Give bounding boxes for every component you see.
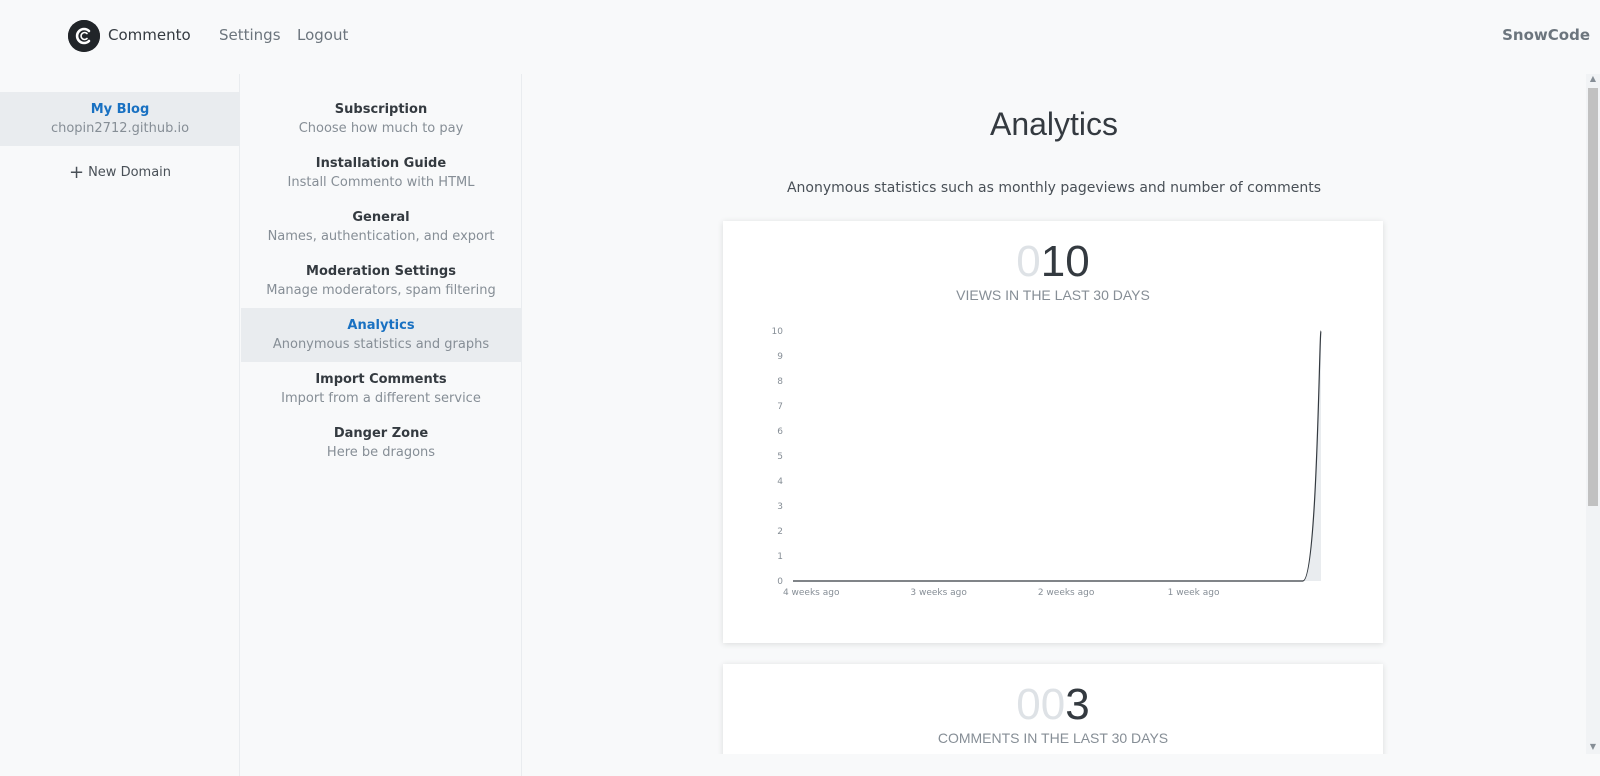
settings-item-subtitle: Manage moderators, spam filtering (266, 283, 496, 298)
y-tick-label: 8 (777, 377, 783, 387)
top-navbar: Commento Settings Logout SnowCode (0, 0, 1600, 72)
y-tick-label: 2 (777, 527, 783, 537)
y-tick-label: 1 (777, 552, 783, 562)
comments-counter-label: COMMENTS IN THE LAST 30 DAYS (937, 730, 1169, 746)
user-name[interactable]: SnowCode (1502, 26, 1590, 44)
y-tick-label: 4 (777, 477, 783, 487)
plus-icon: + (68, 162, 85, 183)
series-area (793, 331, 1321, 581)
settings-item-import-comments[interactable]: Import Comments Import from a different … (241, 362, 521, 416)
views-chart: 0 1 2 3 4 5 6 7 8 9 10 4 weeks ago 3 weeks ago 2 week… (772, 327, 1322, 598)
main-scrollbar[interactable]: ▲ ▼ (1586, 74, 1600, 754)
y-tick-label: 7 (777, 402, 783, 412)
y-tick-label: 10 (772, 327, 784, 337)
settings-item-title: General (352, 210, 410, 225)
settings-item-title: Danger Zone (333, 426, 429, 441)
domain-name: My Blog (90, 102, 150, 117)
settings-item-subtitle: Install Commento with HTML (287, 175, 475, 190)
y-tick-label: 6 (777, 427, 783, 437)
logout-link[interactable]: Logout (297, 26, 348, 44)
views-counter-padding: 0 (1016, 237, 1041, 286)
views-counter-label: VIEWS IN THE LAST 30 DAYS (956, 287, 1150, 303)
x-tick-label: 1 week ago (1168, 588, 1220, 598)
scrollbar-thumb[interactable] (1588, 88, 1598, 506)
settings-item-subtitle: Import from a different service (281, 391, 481, 406)
settings-item-installation-guide[interactable]: Installation Guide Install Commento with… (241, 146, 521, 200)
comments-card: 003 COMMENTS IN THE LAST 30 DAYS (723, 664, 1383, 754)
settings-item-title: Installation Guide (315, 156, 447, 171)
comments-counter-value: 3 (1065, 680, 1090, 729)
settings-nav: Subscription Choose how much to pay Inst… (241, 74, 522, 776)
commento-logo-icon[interactable] (68, 20, 100, 52)
new-domain-button[interactable]: + New Domain (0, 162, 240, 183)
views-counter-value: 10 (1040, 237, 1090, 286)
settings-item-title: Moderation Settings (306, 264, 456, 279)
settings-item-title: Analytics (347, 318, 415, 333)
settings-item-title: Import Comments (315, 372, 447, 387)
scroll-down-arrow-icon[interactable]: ▼ (1586, 742, 1600, 754)
page-description: Anonymous statistics such as monthly pag… (786, 180, 1321, 196)
comments-counter: 003 (723, 680, 1383, 730)
scroll-up-arrow-icon[interactable]: ▲ (1586, 74, 1600, 86)
new-domain-label: New Domain (88, 165, 172, 180)
settings-item-danger-zone[interactable]: Danger Zone Here be dragons (241, 416, 521, 470)
comments-counter-padding: 00 (1016, 680, 1066, 729)
settings-item-subtitle: Choose how much to pay (298, 121, 464, 136)
settings-link[interactable]: Settings (219, 26, 281, 44)
analytics-panel: Analytics Anonymous statistics such as m… (523, 74, 1585, 754)
x-tick-label: 3 weeks ago (910, 588, 967, 598)
domain-url: chopin2712.github.io (50, 121, 190, 136)
views-card: 010 VIEWS IN THE LAST 30 DAYS 0123456789… (723, 221, 1383, 643)
settings-item-analytics[interactable]: Analytics Anonymous statistics and graph… (241, 308, 521, 362)
settings-item-moderation[interactable]: Moderation Settings Manage moderators, s… (241, 254, 521, 308)
y-tick-label: 3 (777, 502, 783, 512)
y-tick-label: 9 (777, 352, 783, 362)
page-title: Analytics (989, 106, 1119, 142)
x-tick-label: 2 weeks ago (1038, 588, 1095, 598)
settings-item-subtitle: Names, authentication, and export (267, 229, 495, 244)
domain-item-my-blog[interactable]: My Blog chopin2712.github.io (0, 92, 240, 146)
y-tick-label: 5 (777, 452, 783, 462)
series-line (793, 330, 1322, 582)
x-tick-label: 4 weeks ago (783, 588, 840, 598)
settings-item-subscription[interactable]: Subscription Choose how much to pay (241, 92, 521, 146)
settings-item-subtitle: Anonymous statistics and graphs (272, 337, 490, 352)
settings-item-title: Subscription (334, 102, 428, 117)
domains-sidebar: My Blog chopin2712.github.io + New Domain (0, 74, 240, 776)
settings-item-subtitle: Here be dragons (326, 445, 436, 460)
brand-name[interactable]: Commento (108, 26, 191, 44)
views-counter: 010 (723, 237, 1383, 287)
y-tick-label: 0 (777, 577, 783, 587)
settings-item-general[interactable]: General Names, authentication, and expor… (241, 200, 521, 254)
